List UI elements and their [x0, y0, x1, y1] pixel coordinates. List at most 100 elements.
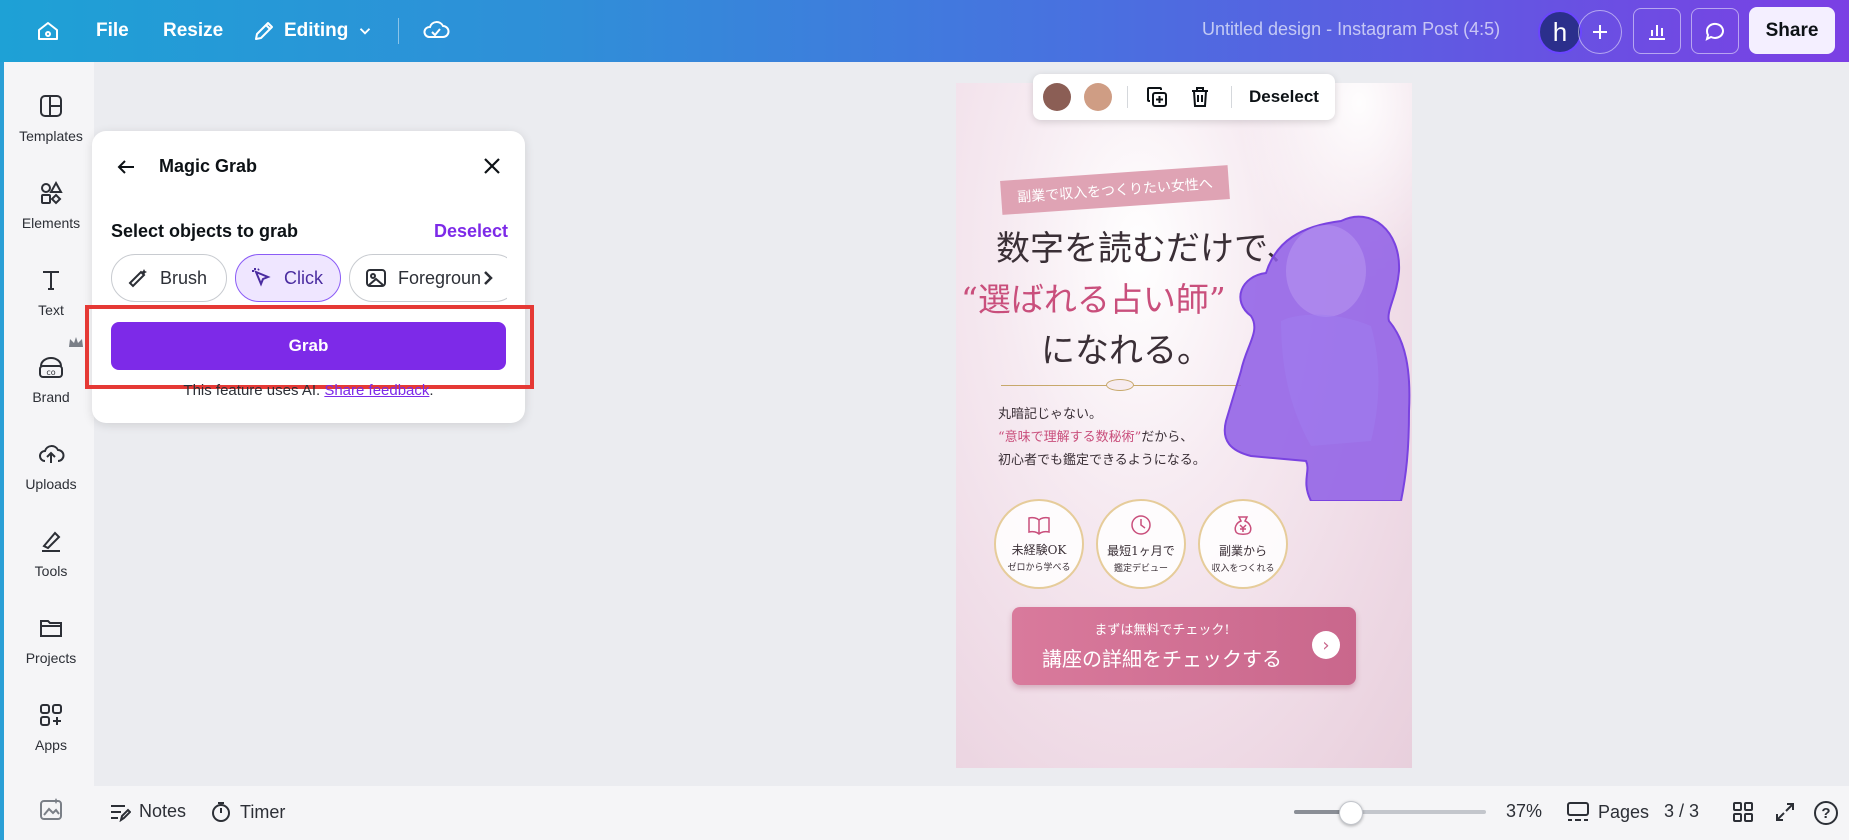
feature-badge[interactable]: 副業から 収入をつくれる — [1198, 499, 1288, 589]
zoom-level[interactable]: 37% — [1506, 801, 1542, 822]
divider-ornament — [1106, 379, 1134, 391]
user-avatar[interactable]: h — [1538, 10, 1582, 54]
editing-label: Editing — [284, 20, 349, 41]
design-title[interactable]: Untitled design - Instagram Post (4:5) — [1202, 19, 1500, 40]
pencil-icon — [255, 22, 273, 40]
deselect-link[interactable]: Deselect — [434, 221, 508, 242]
cta-arrow-icon: › — [1312, 631, 1340, 659]
sidebar-item-projects[interactable]: Projects — [4, 610, 98, 666]
zoom-slider[interactable] — [1294, 810, 1486, 814]
badge-title: 最短1ヶ月で — [1107, 544, 1175, 558]
brand-icon: co — [39, 357, 63, 378]
magic-media-icon[interactable] — [38, 796, 64, 822]
sidebar-label: Elements — [21, 215, 81, 231]
zoom-slider-thumb[interactable] — [1338, 801, 1363, 825]
uploads-icon — [39, 445, 65, 463]
editing-menu[interactable]: Editing — [252, 16, 374, 46]
toolbar-divider — [1127, 86, 1128, 108]
selected-person-overlay[interactable] — [1221, 201, 1411, 501]
body-line-1: 丸暗記じゃない。 — [998, 407, 1103, 422]
design-headline-2[interactable]: “選ばれる占い師” — [961, 273, 1226, 321]
color-swatch-1[interactable] — [1043, 83, 1071, 111]
sidebar-item-uploads[interactable]: Uploads — [4, 436, 98, 492]
share-button[interactable]: Share — [1749, 7, 1835, 54]
arrow-left-icon — [117, 160, 134, 174]
design-ribbon[interactable]: 副業で収入をつくりたい女性へ — [1000, 165, 1230, 215]
help-button[interactable]: ? — [1814, 801, 1838, 825]
duplicate-button[interactable] — [1143, 83, 1171, 111]
sidebar-label: Tools — [34, 563, 68, 579]
design-headline-3[interactable]: になれる。 — [1041, 323, 1211, 372]
feature-badge[interactable]: 最短1ヶ月で 鑑定デビュー — [1096, 499, 1186, 589]
badge-subtitle: 収入をつくれる — [1211, 564, 1275, 574]
fullscreen-button[interactable] — [1774, 801, 1796, 823]
file-menu[interactable]: File — [96, 16, 129, 46]
body-line-3: 初心者でも鑑定できるようになる。 — [998, 453, 1206, 468]
click-tool-button[interactable]: Click — [235, 254, 341, 302]
grid-view-button[interactable] — [1732, 801, 1754, 823]
chevron-right-icon[interactable] — [481, 269, 495, 287]
sidebar-item-elements[interactable]: Elements — [4, 175, 98, 231]
deselect-button[interactable]: Deselect — [1249, 87, 1319, 107]
sidebar-item-templates[interactable]: Templates — [4, 88, 98, 144]
elements-icon — [41, 180, 63, 205]
design-body-text[interactable]: 丸暗記じゃない。 “意味で理解する数秘術”だから、 初心者でも鑑定できるようにな… — [998, 403, 1206, 472]
svg-text:co: co — [46, 368, 55, 377]
comment-button[interactable] — [1691, 8, 1739, 54]
pages-label: Pages — [1598, 801, 1650, 822]
grab-tool-selector: Brush Click Foregroun — [111, 254, 507, 302]
notes-icon — [111, 804, 131, 822]
help-icon: ? — [1814, 801, 1838, 825]
sidebar-item-brand[interactable]: co Brand — [4, 349, 98, 405]
share-feedback-link[interactable]: Share feedback — [324, 382, 429, 399]
notes-button[interactable]: Notes — [109, 801, 186, 822]
back-button[interactable] — [110, 151, 142, 183]
yen-bag-icon — [1234, 516, 1252, 535]
book-icon — [1028, 516, 1050, 535]
expand-icon — [1776, 803, 1794, 821]
page-count: 3 / 3 — [1664, 801, 1700, 821]
home-button[interactable] — [30, 13, 66, 49]
cta-button[interactable]: まずは無料でチェック! 講座の詳細をチェックする › — [1012, 607, 1356, 685]
comment-icon — [1705, 22, 1724, 41]
resize-menu[interactable]: Resize — [163, 16, 223, 46]
image-foreground-icon — [366, 269, 386, 287]
close-icon — [484, 158, 500, 174]
pages-button[interactable]: Pages — [1566, 801, 1649, 823]
ai-note-suffix: . — [429, 382, 434, 399]
close-panel-button[interactable] — [476, 150, 508, 182]
design-page[interactable]: 副業で収入をつくりたい女性へ 数字を読むだけで、 “選ばれる占い師” になれる。… — [956, 83, 1412, 768]
timer-button[interactable]: Timer — [210, 801, 285, 823]
pages-icon — [1567, 802, 1589, 821]
left-sidebar: Templates Elements Text co Brand Uploads… — [0, 62, 94, 840]
delete-button[interactable] — [1186, 83, 1214, 111]
click-label: Click — [284, 267, 323, 288]
sidebar-label: Projects — [25, 650, 77, 666]
home-icon — [38, 22, 58, 40]
add-collaborator-button[interactable] — [1578, 10, 1622, 54]
projects-icon — [40, 620, 62, 637]
sidebar-item-tools[interactable]: Tools — [4, 523, 98, 579]
analytics-button[interactable] — [1633, 8, 1681, 54]
cta-small-text: まずは無料でチェック! — [1094, 623, 1230, 638]
badge-title: 副業から — [1218, 544, 1267, 558]
badge-subtitle: 鑑定デビュー — [1113, 564, 1168, 574]
brush-tool-button[interactable]: Brush — [111, 254, 227, 302]
sidebar-item-text[interactable]: Text — [4, 262, 98, 318]
panel-subtitle: Select objects to grab — [111, 221, 299, 241]
sidebar-item-apps[interactable]: Apps — [4, 697, 98, 753]
timer-label: Timer — [240, 801, 286, 822]
save-status-button[interactable] — [420, 14, 452, 46]
feature-badge[interactable]: 未経験OK ゼロから学べる — [994, 499, 1084, 589]
templates-icon — [40, 95, 62, 117]
grab-button[interactable]: Grab — [111, 322, 506, 370]
cursor-sparkle-icon — [252, 268, 271, 287]
foreground-label: Foregroun — [398, 267, 482, 288]
notes-label: Notes — [139, 801, 187, 821]
magic-grab-panel: Magic Grab Select objects to grab Desele… — [85, 131, 534, 423]
sidebar-label: Apps — [35, 737, 67, 753]
color-swatch-2[interactable] — [1084, 83, 1112, 111]
foreground-tool-button[interactable]: Foregroun — [349, 254, 507, 302]
toolbar-divider — [1231, 86, 1232, 108]
magic-brush-icon — [128, 269, 147, 288]
